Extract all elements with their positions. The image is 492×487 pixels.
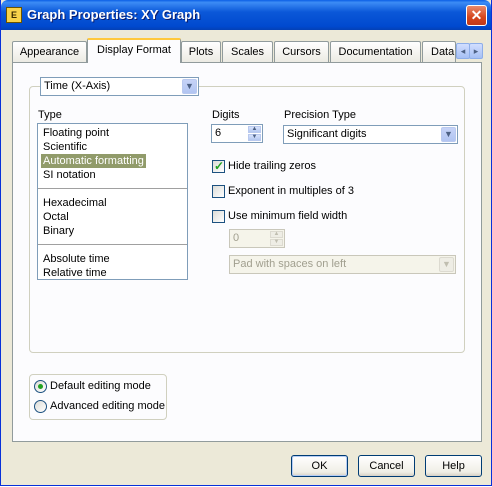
pad-option-select: Pad with spaces on left ▼ (229, 255, 456, 274)
app-icon: E (6, 7, 22, 23)
ok-button[interactable]: OK (291, 455, 348, 477)
stepper-up-icon: ▲ (270, 231, 283, 238)
digits-stepper[interactable]: 6 ▲ ▼ (211, 124, 263, 143)
list-item[interactable]: Scientific (43, 140, 87, 154)
digits-value: 6 (215, 127, 222, 139)
default-editing-radio[interactable] (34, 380, 47, 393)
cancel-button[interactable]: Cancel (358, 455, 415, 477)
list-item[interactable]: SI notation (43, 168, 96, 182)
list-item[interactable]: Relative time (43, 266, 107, 280)
chevron-down-icon[interactable]: ▼ (441, 127, 456, 142)
checkmark-icon: ✓ (214, 159, 225, 173)
tab-data[interactable]: Data (422, 41, 456, 62)
stepper-down-icon[interactable]: ▼ (248, 134, 261, 141)
hide-trailing-zeros-checkbox[interactable]: ✓ (212, 159, 225, 173)
tab-documentation[interactable]: Documentation (330, 41, 421, 62)
radio-selected-dot (38, 384, 43, 389)
digits-label: Digits (212, 109, 240, 121)
axis-select[interactable]: Time (X-Axis) ▼ (40, 77, 199, 96)
stepper-down-icon: ▼ (270, 239, 283, 246)
tab-scales[interactable]: Scales (222, 41, 273, 62)
hide-trailing-zeros-label[interactable]: Hide trailing zeros (228, 160, 316, 172)
list-item-selected[interactable]: Automatic formatting (41, 154, 146, 168)
pad-option-value: Pad with spaces on left (233, 258, 347, 270)
type-listbox[interactable]: Floating point Scientific Automatic form… (37, 123, 188, 280)
precision-type-select[interactable]: Significant digits ▼ (283, 125, 458, 144)
list-divider (38, 244, 187, 245)
axis-select-value: Time (X-Axis) (44, 80, 111, 92)
tab-scroll-left-button[interactable]: ◂ (456, 43, 470, 59)
type-label: Type (38, 109, 62, 121)
tab-display-format[interactable]: Display Format (87, 38, 181, 63)
list-item[interactable]: Hexadecimal (43, 196, 107, 210)
precision-type-label: Precision Type (284, 109, 356, 121)
chevron-down-icon: ▼ (439, 257, 454, 272)
min-field-width-checkbox[interactable] (212, 210, 225, 223)
title-bar[interactable]: E Graph Properties: XY Graph ✕ (1, 0, 491, 30)
stepper-buttons: ▲ ▼ (270, 231, 283, 246)
stepper-buttons: ▲ ▼ (248, 126, 261, 141)
exponent-multiples-checkbox[interactable] (212, 185, 225, 198)
close-button[interactable]: ✕ (466, 5, 487, 26)
tab-cursors[interactable]: Cursors (274, 41, 329, 62)
dialog-window: E Graph Properties: XY Graph ✕ Appearanc… (0, 0, 492, 486)
tab-scroll-right-button[interactable]: ▸ (469, 43, 483, 59)
min-width-value: 0 (233, 232, 240, 244)
list-item[interactable]: Binary (43, 224, 74, 238)
default-editing-label[interactable]: Default editing mode (50, 380, 151, 392)
tab-plots[interactable]: Plots (181, 41, 221, 62)
list-item[interactable]: Octal (43, 210, 69, 224)
stepper-up-icon[interactable]: ▲ (248, 126, 261, 133)
chevron-down-icon[interactable]: ▼ (182, 79, 197, 94)
precision-type-value: Significant digits (287, 128, 367, 140)
advanced-editing-radio[interactable] (34, 400, 47, 413)
list-item[interactable]: Floating point (43, 126, 109, 140)
list-divider (38, 188, 187, 189)
exponent-multiples-label[interactable]: Exponent in multiples of 3 (228, 185, 354, 197)
list-item[interactable]: Absolute time (43, 252, 110, 266)
advanced-editing-label[interactable]: Advanced editing mode (50, 400, 165, 412)
help-button[interactable]: Help (425, 455, 482, 477)
tab-appearance[interactable]: Appearance (12, 41, 87, 62)
min-field-width-label[interactable]: Use minimum field width (228, 210, 347, 222)
min-width-stepper: 0 ▲ ▼ (229, 229, 285, 248)
window-title: Graph Properties: XY Graph (27, 7, 201, 22)
